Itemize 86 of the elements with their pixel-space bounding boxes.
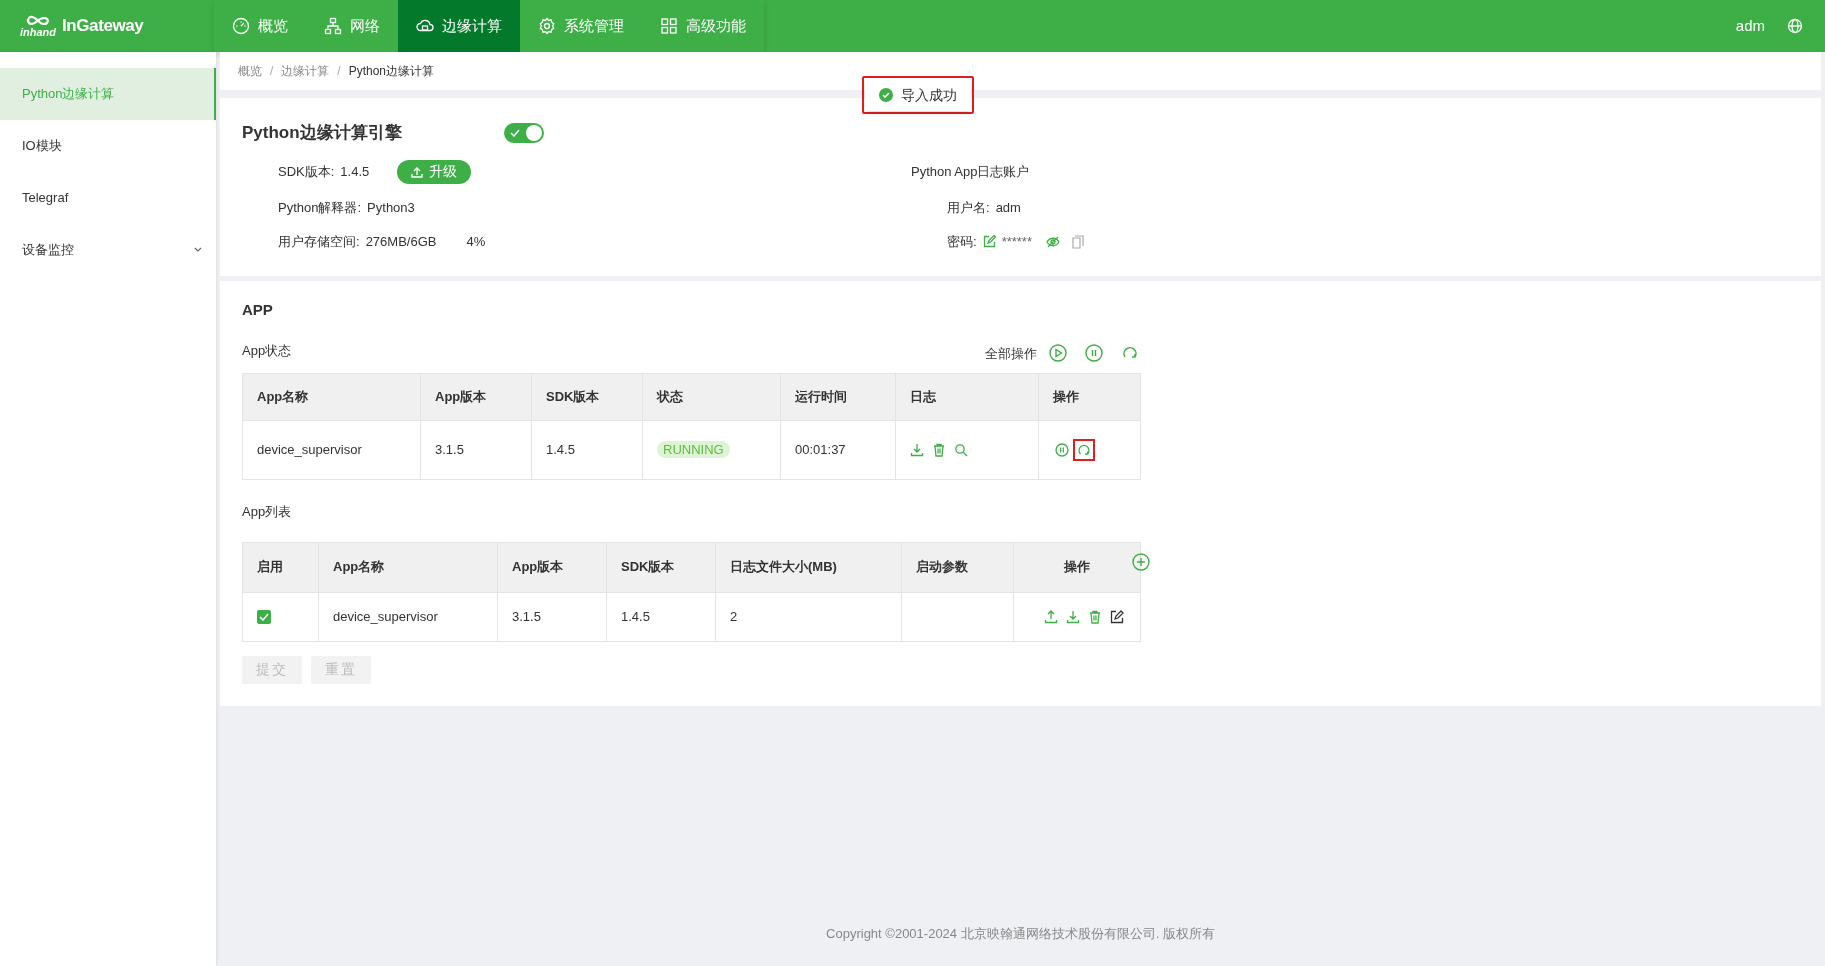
- column-header: 日志: [895, 373, 1039, 421]
- sidebar-item[interactable]: Python边缘计算: [0, 68, 216, 120]
- table-cell: 3.1.5: [420, 420, 532, 480]
- checkbox[interactable]: [257, 609, 271, 624]
- pause-icon[interactable]: [1055, 443, 1069, 457]
- nav-tab[interactable]: 边缘计算: [398, 0, 520, 52]
- column-header: App版本: [420, 373, 532, 421]
- field-label: 用户存储空间:: [278, 232, 360, 251]
- sidebar-item[interactable]: IO模块: [0, 120, 216, 172]
- field-value: Python3: [367, 198, 415, 217]
- upload-icon: [411, 165, 424, 178]
- grid-icon: [660, 17, 678, 35]
- breadcrumb-current: Python边缘计算: [348, 63, 435, 80]
- copyright-text: Copyright ©2001-2024 北京映翰通网络技术股份有限公司. 版权所有: [826, 925, 1215, 943]
- trash-icon[interactable]: [1088, 609, 1102, 624]
- pause-icon[interactable]: [1085, 344, 1103, 363]
- brand-name: InGateway: [62, 15, 144, 38]
- section-title: Python边缘计算引擎: [242, 122, 403, 144]
- breadcrumb-separator: /: [270, 63, 274, 80]
- column-header: App名称: [242, 373, 421, 421]
- field-label: SDK版本:: [278, 162, 335, 181]
- field-label: 密码:: [947, 232, 977, 251]
- nav-tab[interactable]: 网络: [306, 0, 398, 52]
- status-badge: RUNNING: [657, 441, 730, 459]
- toast: 导入成功: [865, 79, 971, 111]
- field-value: adm: [995, 198, 1021, 217]
- column-header: 启用: [242, 542, 319, 592]
- column-header: 运行时间: [780, 373, 896, 421]
- table-cell: device_supervisor: [242, 420, 421, 480]
- restart-icon[interactable]: [1077, 443, 1091, 457]
- breadcrumb-link[interactable]: 边缘计算: [281, 62, 330, 80]
- edit-icon[interactable]: [1110, 609, 1124, 624]
- field-value: 276MB/6GB: [365, 232, 437, 251]
- column-header: 操作: [1013, 542, 1141, 592]
- nav-tab[interactable]: 高级功能: [642, 0, 764, 52]
- field-value: 1.4.5: [340, 162, 370, 181]
- breadcrumb-link[interactable]: 概览: [238, 62, 262, 80]
- subsection-title: App状态: [242, 341, 292, 360]
- toggle-switch[interactable]: [504, 122, 544, 143]
- download-icon[interactable]: [1066, 609, 1080, 624]
- section-title: APP: [242, 300, 274, 320]
- password-value: ******: [1001, 232, 1032, 251]
- column-header: App版本: [497, 542, 607, 592]
- column-header: 状态: [642, 373, 781, 421]
- column-header: 启动参数: [901, 542, 1014, 592]
- chevron-icon: [194, 247, 202, 253]
- column-header: SDK版本: [606, 542, 716, 592]
- user-name[interactable]: adm: [1735, 14, 1765, 38]
- table-cell: device_supervisor: [318, 592, 498, 641]
- field-label: Python App日志账户: [911, 162, 1030, 181]
- nav-tab[interactable]: 系统管理: [520, 0, 642, 52]
- table-cell: 3.1.5: [497, 592, 607, 641]
- sidebar-item[interactable]: 设备监控: [0, 224, 216, 276]
- trash-icon[interactable]: [932, 443, 946, 457]
- table-cell: 1.4.5: [606, 592, 716, 641]
- play-icon[interactable]: [1049, 344, 1067, 363]
- download-icon[interactable]: [910, 443, 924, 457]
- copy-icon[interactable]: [1072, 234, 1084, 249]
- eye-slash-icon[interactable]: [1046, 235, 1060, 248]
- storage-percent: 4%: [466, 232, 486, 251]
- upgrade-button[interactable]: 升级: [397, 159, 472, 184]
- field-label: Python解释器:: [278, 198, 362, 217]
- check-circle-icon: [879, 88, 893, 102]
- network-icon: [324, 17, 342, 35]
- table-cell: 2: [715, 592, 902, 641]
- table-cell: 1.4.5: [531, 420, 643, 480]
- add-icon[interactable]: [1132, 552, 1150, 571]
- logo-text: inhand: [20, 26, 57, 38]
- subsection-title: App列表: [242, 503, 293, 521]
- logo-icon: [26, 14, 51, 27]
- column-header: App名称: [318, 542, 498, 592]
- upload-icon[interactable]: [1044, 609, 1058, 624]
- gear-icon: [538, 17, 556, 35]
- column-header: SDK版本: [531, 373, 643, 421]
- search-icon[interactable]: [954, 443, 968, 457]
- column-header: 操作: [1038, 373, 1141, 421]
- column-header: 日志文件大小(MB): [715, 542, 902, 592]
- field-label: 用户名:: [947, 198, 990, 217]
- nav-tab[interactable]: 概览: [214, 0, 306, 52]
- check-icon: [510, 128, 520, 137]
- gauge-icon: [232, 17, 250, 35]
- all-actions-label: 全部操作: [985, 344, 1037, 363]
- sidebar-item[interactable]: Telegraf: [0, 172, 216, 224]
- breadcrumb-separator: /: [337, 63, 341, 80]
- globe-icon[interactable]: [1787, 18, 1803, 34]
- table-cell: 00:01:37: [780, 420, 896, 480]
